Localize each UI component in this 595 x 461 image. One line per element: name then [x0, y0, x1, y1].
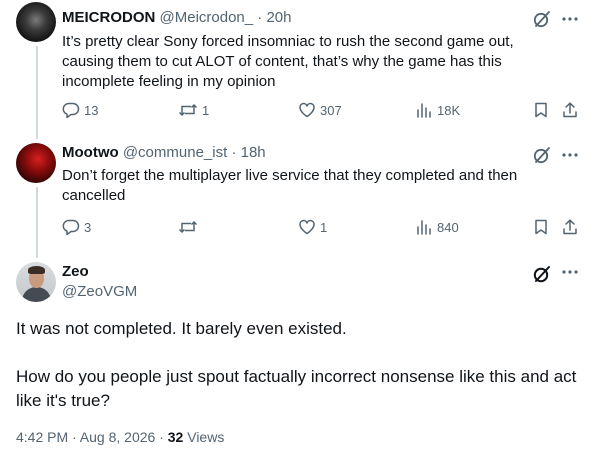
- view-count: 18K: [437, 102, 461, 118]
- heart-icon: [299, 102, 315, 118]
- separator: ·: [231, 144, 237, 161]
- more-icon[interactable]: [560, 145, 580, 165]
- timestamp[interactable]: 18h: [241, 144, 266, 161]
- tweet-text: Don’t forget the multiplayer live servic…: [62, 167, 518, 204]
- like-count: 307: [320, 102, 342, 118]
- heart-icon: [299, 219, 315, 235]
- like-button[interactable]: 1: [298, 217, 327, 237]
- action-bar: 13 1 307 18K: [62, 100, 582, 120]
- views-button[interactable]: 18K: [415, 100, 460, 120]
- share-button[interactable]: [561, 100, 579, 120]
- tweet-text: It’s pretty clear Sony forced insomniac …: [62, 33, 514, 90]
- tweet-meta: 4:42 PM · Aug 8, 2026 · 32 Views: [16, 428, 224, 446]
- reply-button[interactable]: 13: [62, 100, 98, 120]
- bookmark-icon: [535, 219, 547, 235]
- bookmark-icon: [535, 102, 547, 118]
- repost-button[interactable]: 1: [178, 100, 209, 120]
- share-icon: [563, 102, 577, 118]
- tweet-header: MEICRODON @Meicrodon_ · 20h: [62, 8, 292, 28]
- repost-count: 1: [202, 102, 210, 118]
- repost-button[interactable]: [178, 217, 202, 237]
- reply-button[interactable]: 3: [62, 217, 91, 237]
- thread-line: [36, 46, 38, 139]
- timestamp[interactable]: 20h: [266, 9, 291, 26]
- grok-icon[interactable]: [532, 145, 552, 165]
- user-handle[interactable]: @Meicrodon_: [160, 9, 254, 26]
- view-count: 840: [437, 219, 459, 235]
- separator: ·: [257, 9, 263, 26]
- share-button[interactable]: [561, 217, 579, 237]
- grok-icon[interactable]: [532, 264, 552, 284]
- reply-icon: [62, 219, 80, 236]
- repost-icon: [178, 220, 198, 234]
- more-icon[interactable]: [560, 262, 580, 282]
- avatar[interactable]: [16, 2, 56, 42]
- avatar[interactable]: [16, 262, 56, 302]
- display-name[interactable]: Zeo: [62, 262, 89, 282]
- avatar[interactable]: [16, 143, 56, 183]
- views-icon: [417, 220, 431, 235]
- like-button[interactable]: 307: [298, 100, 342, 120]
- tweet-text: How do you people just spout factually i…: [16, 367, 577, 410]
- grok-icon[interactable]: [532, 9, 552, 29]
- reply-icon: [62, 102, 80, 119]
- reply-count: 13: [84, 102, 99, 118]
- views-icon: [417, 103, 431, 118]
- views-button[interactable]: 840: [415, 217, 459, 237]
- views-count: 32: [167, 429, 184, 445]
- action-bar: 3 1 840: [62, 217, 582, 237]
- share-icon: [563, 219, 577, 235]
- more-icon[interactable]: [560, 9, 580, 29]
- thread-line: [36, 187, 38, 258]
- repost-icon: [178, 103, 198, 117]
- avatar-body: [22, 287, 51, 302]
- display-name[interactable]: Mootwo: [62, 144, 119, 161]
- user-handle[interactable]: @ZeoVGM: [62, 282, 137, 302]
- display-name[interactable]: MEICRODON: [62, 9, 155, 26]
- reply-count: 3: [84, 219, 92, 235]
- views-label: Views: [183, 429, 225, 445]
- tweet-header: Mootwo @commune_ist · 18h: [62, 143, 266, 163]
- like-count: 1: [320, 219, 328, 235]
- tweet-text: It was not completed. It barely even exi…: [16, 319, 347, 338]
- avatar-hair: [28, 266, 45, 274]
- bookmark-button[interactable]: [532, 100, 550, 120]
- bookmark-button[interactable]: [532, 217, 550, 237]
- user-handle[interactable]: @commune_ist: [123, 144, 227, 161]
- post-timestamp[interactable]: 4:42 PM · Aug 8, 2026 ·: [16, 429, 168, 445]
